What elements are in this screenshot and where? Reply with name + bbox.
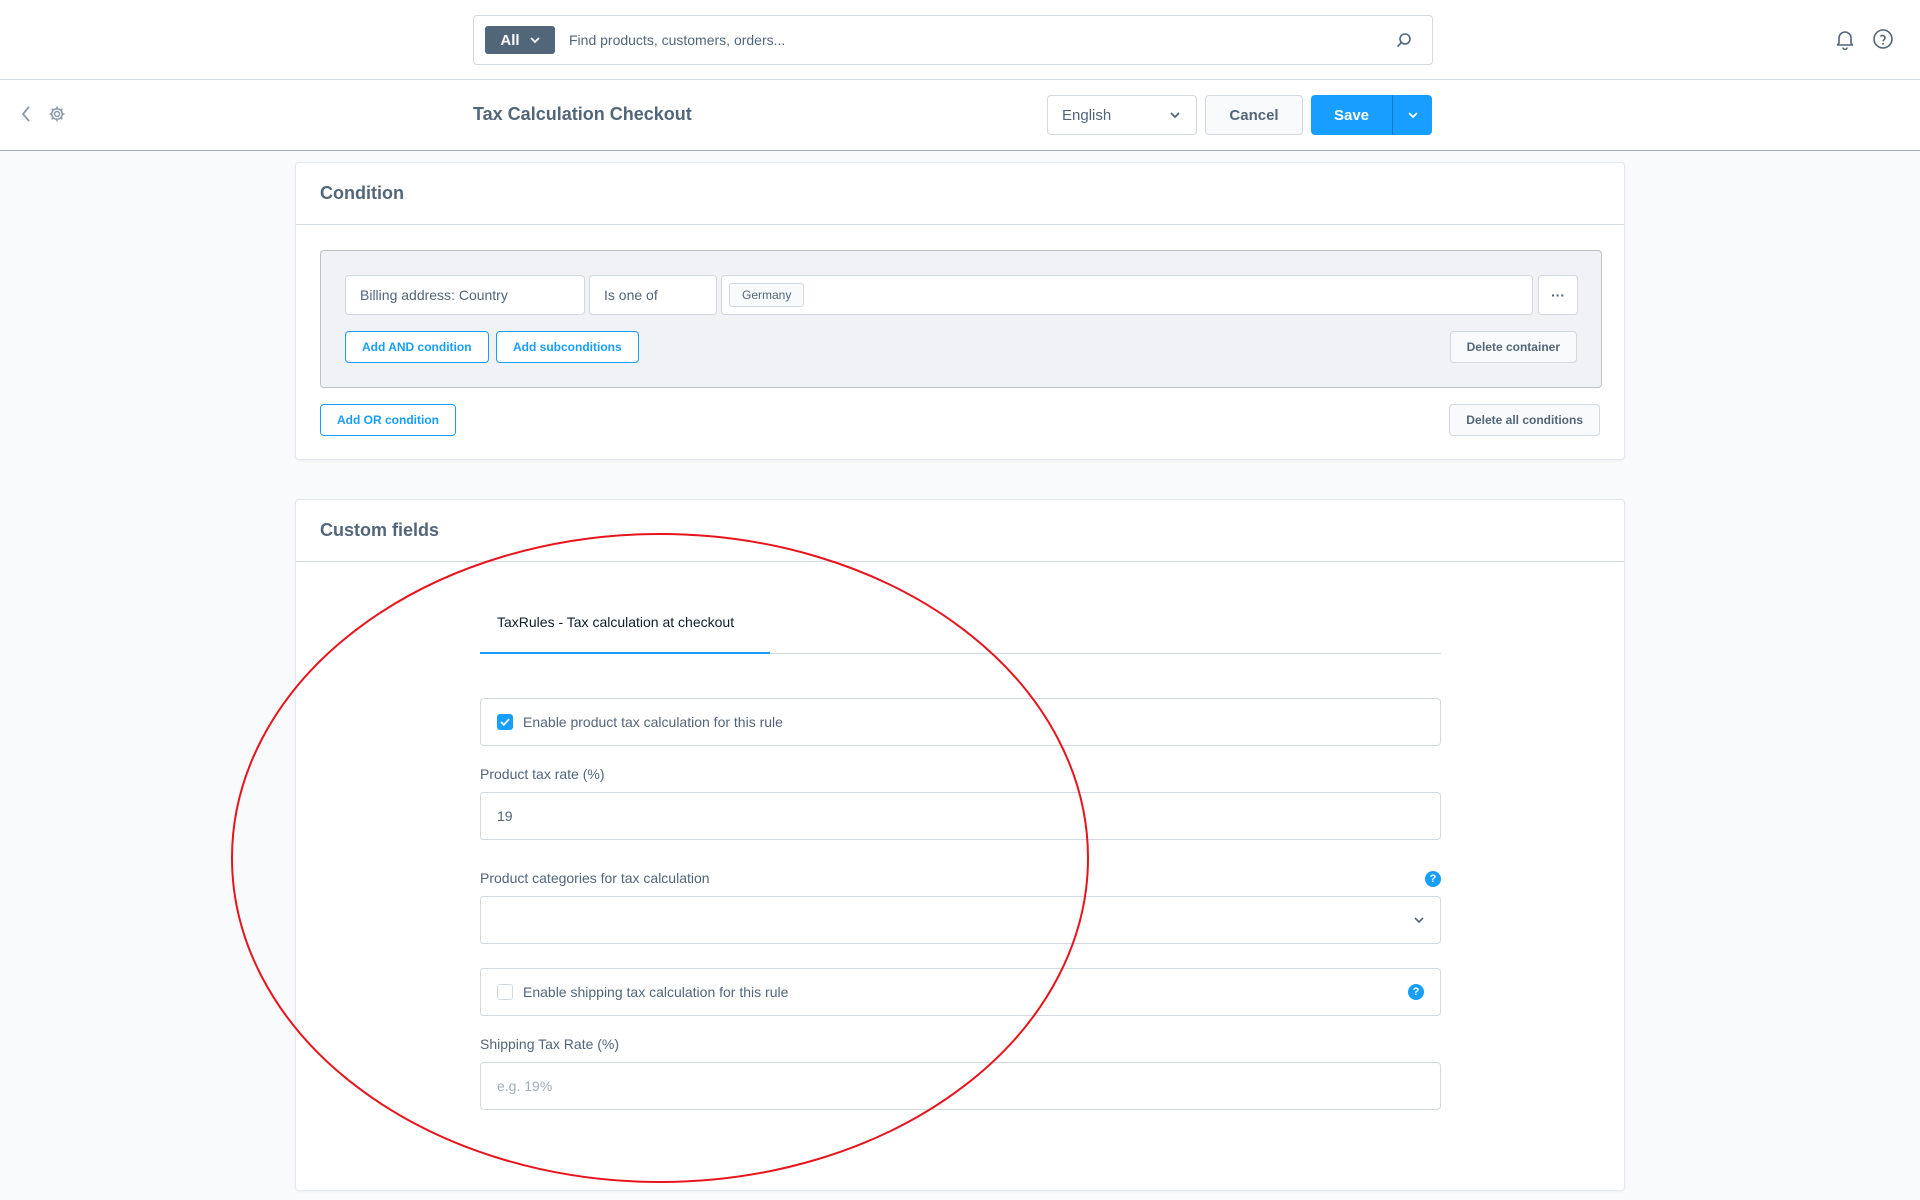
more-actions-button[interactable]: ··· — [1538, 275, 1578, 315]
cancel-button[interactable]: Cancel — [1205, 95, 1303, 135]
chevron-down-icon — [1170, 111, 1180, 118]
top-icons — [1834, 28, 1894, 50]
search-input[interactable] — [569, 32, 1384, 48]
help-icon[interactable]: ? — [1425, 871, 1441, 887]
delete-all-conditions-button[interactable]: Delete all conditions — [1449, 404, 1600, 436]
condition-value-select[interactable]: Germany — [721, 275, 1533, 315]
enable-shipping-tax-row[interactable]: Enable shipping tax calculation for this… — [480, 968, 1441, 1016]
gear-icon[interactable] — [48, 105, 66, 123]
enable-shipping-tax-checkbox[interactable] — [497, 984, 513, 1000]
smart-bar: Tax Calculation Checkout English Cancel … — [0, 80, 1920, 151]
chevron-down-icon — [1414, 916, 1424, 923]
product-categories-select[interactable] — [480, 896, 1441, 944]
product-tax-rate-input[interactable] — [480, 792, 1441, 840]
product-categories-label: Product categories for tax calculation — [480, 870, 710, 886]
global-search: All — [473, 15, 1433, 65]
shipping-tax-rate-input[interactable] — [480, 1062, 1441, 1110]
language-label: English — [1062, 106, 1112, 124]
condition-operator-select[interactable]: Is one of — [589, 275, 717, 315]
condition-card: Condition Billing address: Country Is on… — [295, 162, 1625, 460]
help-circle-icon[interactable] — [1872, 28, 1894, 50]
chevron-down-icon — [1407, 111, 1418, 118]
condition-field-select[interactable]: Billing address: Country — [345, 275, 585, 315]
help-icon[interactable]: ? — [1408, 984, 1424, 1000]
enable-product-tax-label: Enable product tax calculation for this … — [523, 714, 783, 730]
save-options-button[interactable] — [1392, 95, 1432, 135]
page-title: Tax Calculation Checkout — [473, 104, 692, 124]
search-icon[interactable] — [1384, 20, 1424, 60]
enable-product-tax-row[interactable]: Enable product tax calculation for this … — [480, 698, 1441, 746]
product-tax-rate-label: Product tax rate (%) — [480, 766, 605, 782]
search-type-dropdown[interactable]: All — [485, 26, 555, 54]
check-icon — [500, 718, 510, 726]
condition-container: Billing address: Country Is one of Germa… — [320, 250, 1602, 388]
enable-product-tax-checkbox[interactable] — [497, 714, 513, 730]
custom-fields-card-title: Custom fields — [296, 500, 1624, 562]
value-tag[interactable]: Germany — [729, 283, 805, 307]
top-bar: All — [0, 0, 1920, 80]
enable-shipping-tax-label: Enable shipping tax calculation for this… — [523, 984, 789, 1000]
language-select[interactable]: English — [1047, 95, 1197, 135]
condition-card-title: Condition — [296, 163, 1624, 225]
tab-taxrules[interactable]: TaxRules - Tax calculation at checkout — [480, 592, 770, 654]
search-type-label: All — [500, 31, 520, 49]
delete-container-button[interactable]: Delete container — [1449, 331, 1577, 363]
chevron-down-icon — [529, 36, 540, 43]
save-button[interactable]: Save — [1311, 95, 1392, 135]
custom-fields-card: Custom fields TaxRules - Tax calculation… — [295, 499, 1625, 1191]
custom-field-tabs: TaxRules - Tax calculation at checkout — [480, 592, 1441, 654]
shipping-tax-rate-label: Shipping Tax Rate (%) — [480, 1036, 620, 1052]
add-subconditions-button[interactable]: Add subconditions — [496, 331, 639, 363]
back-arrow-icon[interactable] — [20, 105, 32, 123]
add-or-condition-button[interactable]: Add OR condition — [320, 404, 456, 436]
bell-icon[interactable] — [1834, 28, 1856, 50]
add-and-condition-button[interactable]: Add AND condition — [345, 331, 489, 363]
